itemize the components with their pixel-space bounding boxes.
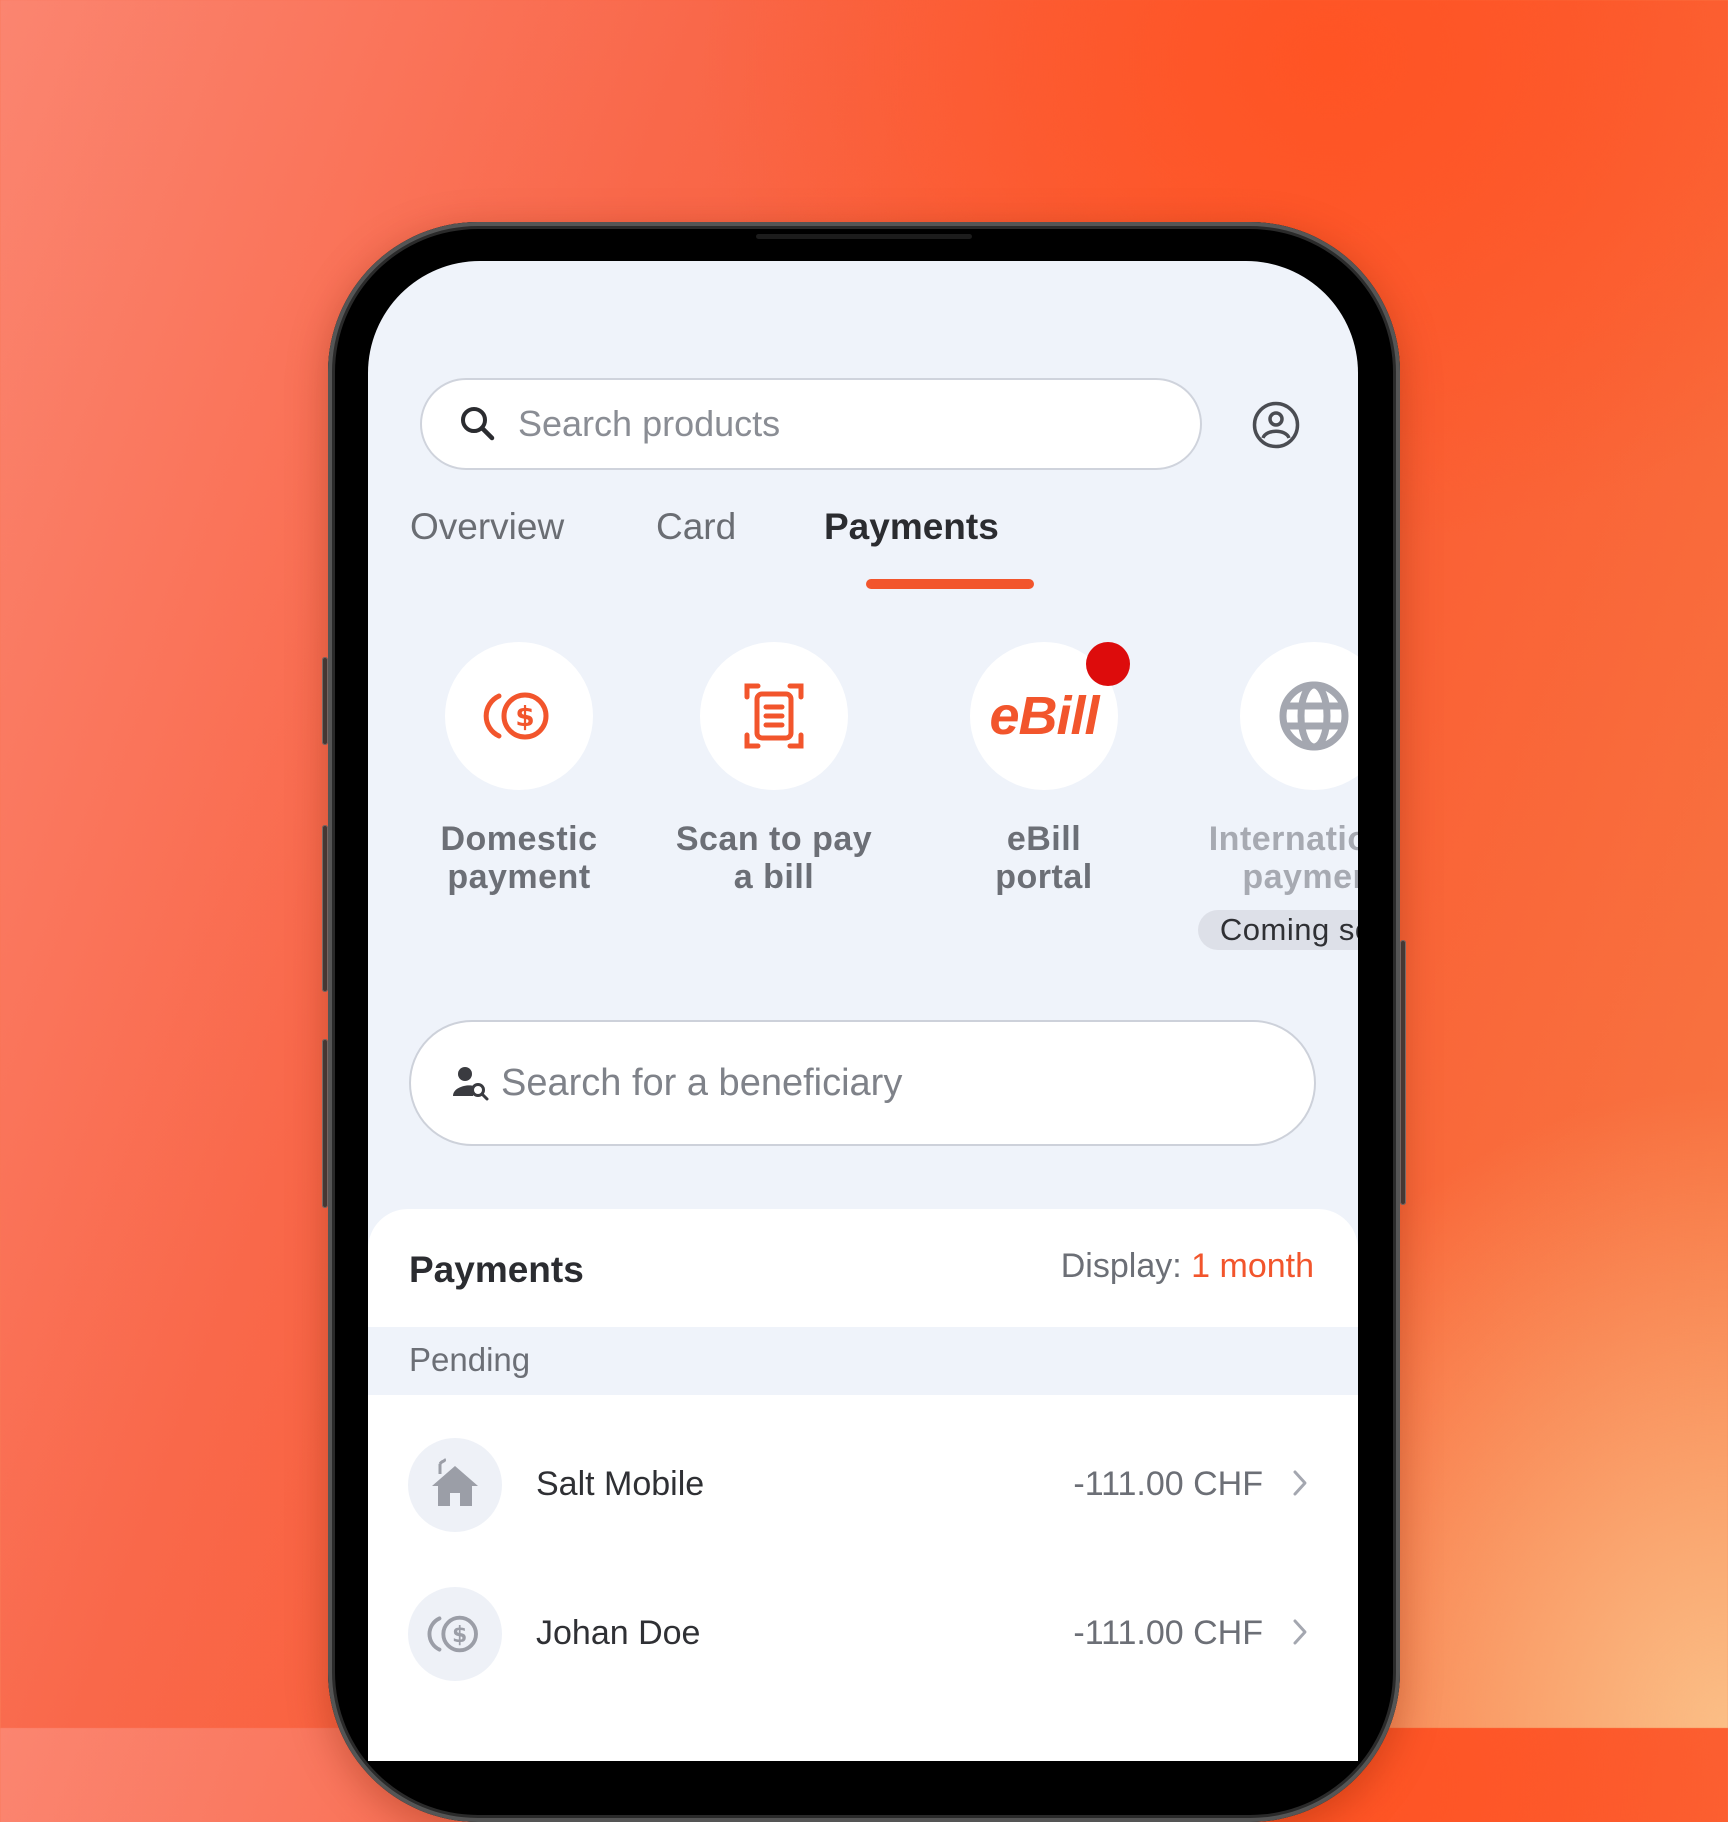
- notification-dot: [1086, 642, 1130, 686]
- quick-action-label: payment: [447, 858, 591, 896]
- quick-action-icon-circle: eBill: [970, 642, 1130, 790]
- payments-title: Payments: [409, 1249, 584, 1290]
- quick-action-ebill-portal[interactable]: eBill eBill portal: [914, 642, 1174, 896]
- payment-row[interactable]: Salt Mobile -111.00 CHF: [368, 1425, 1358, 1545]
- quick-action-label: eBill: [1006, 820, 1082, 858]
- svg-text:$: $: [515, 700, 534, 733]
- quick-action-label: Scan to pay: [675, 820, 873, 858]
- beneficiary-search-placeholder: Search for a beneficiary: [501, 1061, 903, 1104]
- payment-name: Salt Mobile: [536, 1465, 705, 1503]
- house-icon: [432, 1458, 478, 1506]
- chevron-right-icon: [1293, 1619, 1307, 1645]
- quick-action-icon-circle: [700, 642, 848, 790]
- coin-dollar-icon: $: [427, 1615, 478, 1653]
- display-filter-value[interactable]: 1 month: [1191, 1247, 1314, 1285]
- coming-soon-badge: Coming soon: [1197, 910, 1358, 950]
- pending-label: Pending: [409, 1341, 531, 1378]
- scan-document-icon: [744, 683, 804, 749]
- tab-overview[interactable]: Overview: [410, 506, 564, 548]
- pending-section-header: Pending: [368, 1327, 1358, 1395]
- tab-card[interactable]: Card: [656, 506, 736, 548]
- beneficiary-search-input[interactable]: Search for a beneficiary: [409, 1020, 1316, 1146]
- quick-action-scan-to-pay[interactable]: Scan to pay a bill: [644, 642, 904, 896]
- payment-amount: -111.00 CHF: [1073, 1465, 1263, 1503]
- tab-bar: Overview Card Payments: [410, 506, 1110, 596]
- quick-action-label: payment: [1242, 858, 1358, 896]
- chevron-right-icon: [1293, 1470, 1307, 1496]
- display-filter-label: Display:: [1060, 1247, 1182, 1285]
- phone-power-button: [1400, 940, 1406, 1205]
- quick-action-label: International: [1208, 820, 1358, 858]
- payment-row[interactable]: $ Johan Doe -111.00 CHF: [368, 1574, 1358, 1694]
- payment-avatar: $: [408, 1587, 502, 1681]
- quick-action-label: portal: [995, 858, 1093, 896]
- user-search-icon: [453, 1067, 489, 1101]
- coin-dollar-icon: $: [483, 692, 549, 740]
- quick-action-icon-circle: $: [445, 642, 593, 790]
- ebill-logo: eBill: [989, 686, 1099, 746]
- quick-action-label: a bill: [733, 858, 815, 896]
- quick-action-icon-circle: [1240, 642, 1358, 790]
- payment-name: Johan Doe: [536, 1614, 701, 1652]
- quick-action-international-payment[interactable]: Internationalpayment Coming soon: [1184, 642, 1358, 950]
- payment-amount: -111.00 CHF: [1073, 1614, 1263, 1652]
- tab-payments[interactable]: Payments: [824, 506, 999, 548]
- phone-speaker: [756, 234, 972, 239]
- quick-action-label: Domestic: [440, 820, 598, 858]
- payment-avatar: [408, 1438, 502, 1532]
- search-icon: [461, 407, 495, 441]
- payments-card: Payments Display: 1 month Pending Salt M…: [368, 1209, 1358, 1761]
- quick-action-domestic-payment[interactable]: $ Domestic payment: [389, 642, 649, 896]
- globe-icon: [1279, 681, 1349, 751]
- display-filter[interactable]: Display: 1 month: [1061, 1247, 1314, 1286]
- product-search-input[interactable]: Search products: [420, 378, 1202, 470]
- search-placeholder: Search products: [518, 403, 781, 444]
- app-screen: Search products Overview Card Payments $…: [368, 261, 1358, 1761]
- svg-text:$: $: [452, 1623, 467, 1648]
- profile-icon[interactable]: [1251, 400, 1301, 450]
- active-tab-indicator: [866, 579, 1034, 589]
